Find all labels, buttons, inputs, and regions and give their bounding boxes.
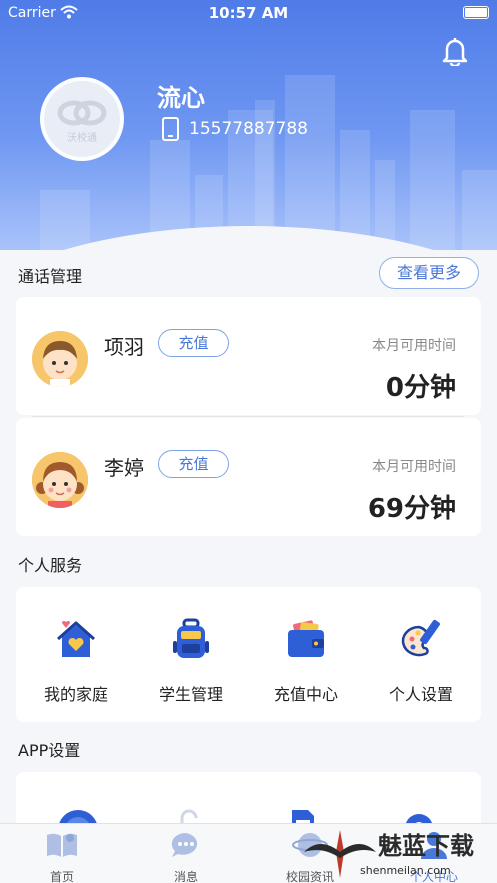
palette-icon [401,619,440,657]
available-minutes: 0分钟 [385,373,456,403]
contact-name: 项羽 [104,335,144,359]
app-settings-title: APP设置 [18,741,81,760]
battery-icon [463,6,489,19]
service-label: 个人设置 [388,685,453,704]
recharge-button[interactable]: 充值 [158,450,229,478]
user-avatar[interactable]: 沃校通 [40,77,124,161]
boy-avatar-icon [32,331,88,387]
svg-text:沃校通: 沃校通 [67,131,97,144]
tab-home[interactable]: 首页 [0,830,124,883]
phone-icon [162,117,179,141]
svg-text:魅蓝下载: 魅蓝下载 [378,832,474,860]
contact-card[interactable]: 项羽 充值 本月可用时间 0分钟 [16,297,481,415]
service-label: 充值中心 [273,685,338,704]
view-more-button[interactable]: 查看更多 [379,257,479,289]
contact-name: 李婷 [104,456,144,480]
user-name: 流心 [157,84,205,112]
status-time: 10:57 AM [208,4,289,22]
girl-avatar-icon [32,452,88,508]
recharge-button[interactable]: 充值 [158,329,229,357]
tab-messages[interactable]: 消息 [124,830,248,883]
available-minutes: 69分钟 [367,494,456,524]
bell-icon[interactable] [441,36,469,66]
service-label: 学生管理 [158,685,223,704]
divider [32,416,464,417]
svg-text:shenmeilan.com: shenmeilan.com [360,864,451,877]
user-phone: 15577887788 [189,119,308,139]
status-bar: Carrier 10:57 AM [0,0,497,26]
service-label: 我的家庭 [43,685,108,704]
available-time-label: 本月可用时间 [372,338,456,354]
service-my-family[interactable]: 我的家庭 [18,617,134,705]
call-management-title: 通话管理 [18,267,83,286]
family-house-icon [57,621,95,657]
app-logo-icon: 沃校通 [57,100,107,144]
service-recharge-center[interactable]: 充值中心 [248,617,364,705]
contact-card[interactable]: 李婷 充值 本月可用时间 69分钟 [16,418,481,536]
service-personal-settings[interactable]: 个人设置 [363,617,479,705]
book-icon [47,833,77,857]
personal-services-card: 我的家庭 学生管理 充值中心 个人设置 [16,587,481,722]
available-time-label: 本月可用时间 [372,459,456,475]
backpack-icon [173,618,209,658]
service-student-management[interactable]: 学生管理 [133,617,249,705]
site-watermark: 魅蓝下载 shenmeilan.com [300,822,497,883]
wallet-icon [288,620,324,657]
tab-label: 消息 [173,870,198,883]
user-phone-row: 15577887788 [162,117,308,141]
chat-icon [171,832,198,857]
tab-label: 首页 [49,870,74,883]
personal-services-title: 个人服务 [18,556,83,575]
